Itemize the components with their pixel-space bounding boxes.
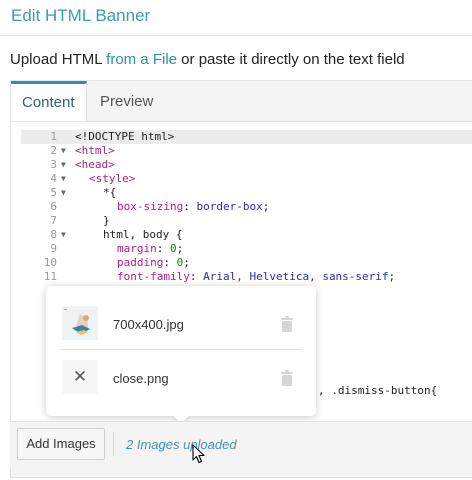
upload-prefix-text: Upload HTML	[10, 51, 107, 68]
code-line: 6 box-sizing: border-box;	[21, 200, 472, 214]
css-colon: :	[156, 242, 170, 255]
image-thumbnail-icon	[62, 306, 98, 340]
line-number: 6	[50, 200, 57, 213]
divider	[113, 432, 114, 456]
line-number: 1	[50, 130, 57, 143]
code-line: 1 <!DOCTYPE html>	[21, 130, 472, 144]
footer-bar: Add Images 2 Images uploaded	[10, 421, 472, 467]
css-semicolon: ;	[262, 200, 270, 213]
close-icon: ✕	[72, 367, 88, 386]
line-number: 4	[50, 172, 57, 185]
code-text: <!DOCTYPE html>	[75, 130, 175, 143]
from-file-link[interactable]: from a File	[106, 51, 177, 68]
code-text: html, body {	[103, 228, 183, 241]
trash-icon[interactable]	[280, 370, 294, 386]
code-text: *{	[103, 186, 117, 199]
css-semicolon: ;	[183, 256, 190, 269]
line-number: 2	[50, 144, 57, 157]
code-partial-line: , .dismiss-button{	[318, 384, 438, 397]
css-property: margin	[117, 242, 157, 255]
upload-suffix-text: or paste it directly on the text field	[177, 51, 405, 68]
css-property: box-sizing	[117, 200, 184, 213]
css-colon: :	[183, 200, 197, 213]
line-number: 3	[50, 158, 57, 171]
trash-icon[interactable]	[280, 316, 294, 332]
uploaded-file-item[interactable]: ✕ close.png	[60, 354, 302, 404]
mouse-pointer-icon	[192, 444, 205, 464]
images-uploaded-link[interactable]: 2 Images uploaded	[126, 437, 237, 452]
code-text: padding: 0;	[117, 256, 190, 270]
line-number: 9	[50, 242, 57, 255]
fold-arrow-icon[interactable]: ▼	[61, 144, 66, 158]
code-line: 5 ▼ *{	[21, 186, 472, 200]
close-x-thumbnail: ✕	[62, 360, 98, 394]
code-line: 3 ▼ <head>	[21, 158, 472, 172]
uploaded-file-item[interactable]: 700x400.jpg	[60, 300, 302, 350]
code-line: 4 ▼ <style>	[21, 172, 472, 186]
code-text: box-sizing: border-box;	[117, 200, 269, 214]
code-text: <html>	[75, 144, 115, 157]
tab-preview[interactable]: Preview	[89, 81, 164, 121]
add-images-button[interactable]: Add Images	[17, 428, 105, 460]
css-value: 0	[170, 242, 177, 255]
code-line: 8 ▼ html, body {	[21, 228, 472, 242]
code-text: margin: 0;	[117, 242, 183, 256]
code-line: 7 }	[21, 214, 472, 228]
code-text: <style>	[89, 172, 136, 185]
fold-arrow-icon[interactable]: ▼	[61, 158, 66, 172]
code-text: <head>	[75, 158, 115, 171]
file-name: close.png	[113, 371, 169, 386]
code-line: 11 font-family: Arial, Helvetica, sans-s…	[21, 270, 472, 284]
fold-arrow-icon[interactable]: ▼	[61, 186, 66, 200]
code-line: 9 margin: 0;	[21, 242, 472, 256]
line-number: 5	[50, 186, 57, 199]
uploaded-images-popover: 700x400.jpg ✕ close.png	[46, 286, 316, 424]
editor-panel: Content Preview 1 <!DOCTYPE html> 2 ▼ <h…	[10, 80, 472, 478]
css-colon: :	[189, 270, 204, 283]
line-number: 11	[43, 270, 57, 283]
divider	[60, 349, 302, 350]
file-name: 700x400.jpg	[113, 317, 184, 332]
title-divider	[0, 35, 472, 36]
fold-arrow-icon[interactable]: ▼	[61, 172, 66, 186]
image-thumbnail	[62, 306, 98, 340]
code-text: font-family: Arial, Helvetica, sans-seri…	[117, 270, 395, 284]
dialog-title: Edit HTML Banner	[11, 6, 151, 25]
line-number: 8	[50, 228, 57, 241]
line-number: 7	[50, 214, 57, 227]
css-property: font-family	[117, 270, 190, 283]
code-line: 10 padding: 0;	[21, 256, 472, 270]
tab-bar: Content Preview	[11, 81, 472, 122]
css-semicolon: ;	[176, 242, 184, 255]
code-line: 2 ▼ <html>	[21, 144, 472, 158]
fold-arrow-icon[interactable]: ▼	[61, 228, 66, 242]
css-colon: :	[163, 256, 177, 269]
upload-instructions: Upload HTML from a File or paste it dire…	[10, 51, 405, 68]
line-number: 10	[43, 256, 57, 269]
css-value: Arial, Helvetica, sans-serif	[203, 270, 389, 283]
code-area[interactable]: 1 <!DOCTYPE html> 2 ▼ <html> 3 ▼ <head> …	[21, 130, 472, 284]
code-text: }	[103, 214, 110, 227]
css-property: padding	[117, 256, 164, 269]
tab-content[interactable]: Content	[11, 81, 87, 122]
css-value: border-box	[196, 200, 263, 213]
css-semicolon: ;	[388, 270, 396, 283]
